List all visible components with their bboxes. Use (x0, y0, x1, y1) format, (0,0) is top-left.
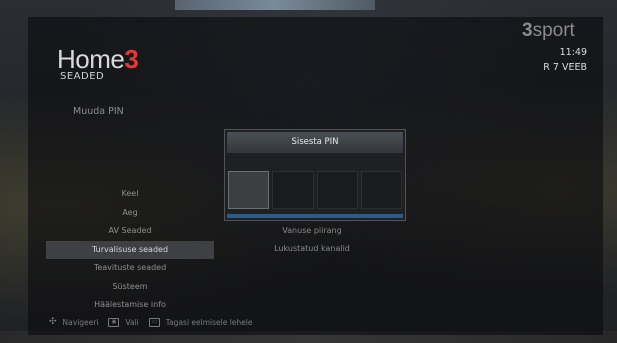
menu-item-haalestamise-info[interactable]: Häälestamise info (46, 296, 214, 315)
pin-digit-2[interactable] (272, 171, 314, 209)
submenu-item-lukustatud-kanalid[interactable]: Lukustatud kanalid (227, 240, 397, 258)
menu-item-av-seaded[interactable]: AV Seaded (46, 222, 214, 241)
clock: 11:49 (559, 47, 587, 58)
menu-item-susteem[interactable]: Süsteem (46, 278, 214, 297)
page-title: SEADED (60, 71, 105, 82)
brand-name: Home (57, 44, 125, 74)
ok-key-icon: ▣ (108, 317, 120, 327)
pin-dialog-accent-bar (227, 214, 403, 218)
navigate-icon: ✣ (49, 317, 57, 327)
pin-digit-3[interactable] (316, 171, 358, 209)
channel-logo-word: sport (532, 20, 575, 41)
pin-input-row (228, 171, 402, 209)
brand-mark: 3 (124, 44, 139, 74)
menu-item-aeg[interactable]: Aeg (46, 204, 214, 223)
pin-digit-1[interactable] (228, 171, 270, 209)
menu-item-keel[interactable]: Keel (46, 185, 214, 204)
pin-digit-4[interactable] (360, 171, 402, 209)
select-hint: Vali (125, 317, 139, 327)
menu-item-teavituste-seaded[interactable]: Teavituste seaded (46, 259, 214, 278)
security-submenu: Vanuse piirang Lukustatud kanalid (227, 222, 397, 258)
section-title: Muuda PIN (73, 106, 124, 117)
navigate-hint: Navigeeri (62, 317, 99, 327)
video-background-top (175, 0, 375, 10)
submenu-item-vanuse-piirang[interactable]: Vanuse piirang (227, 222, 397, 240)
channel-logo: 3sport (522, 20, 575, 42)
menu-item-turvalisuse-seaded[interactable]: Turvalisuse seaded (46, 240, 214, 259)
pin-dialog: Sisesta PIN (224, 129, 406, 221)
settings-menu: Keel Aeg AV Seaded Turvalisuse seaded Te… (46, 185, 214, 315)
pin-dialog-title: Sisesta PIN (227, 132, 403, 153)
back-hint: Tagasi eelmisele lehele (165, 317, 253, 327)
back-key-icon: ▭ (148, 317, 160, 327)
date: R 7 VEEB (543, 62, 587, 73)
footer-hints: ✣ Navigeeri ▣ Vali ▭ Tagasi eelmisele le… (49, 317, 253, 327)
channel-logo-mark: 3 (522, 20, 533, 41)
